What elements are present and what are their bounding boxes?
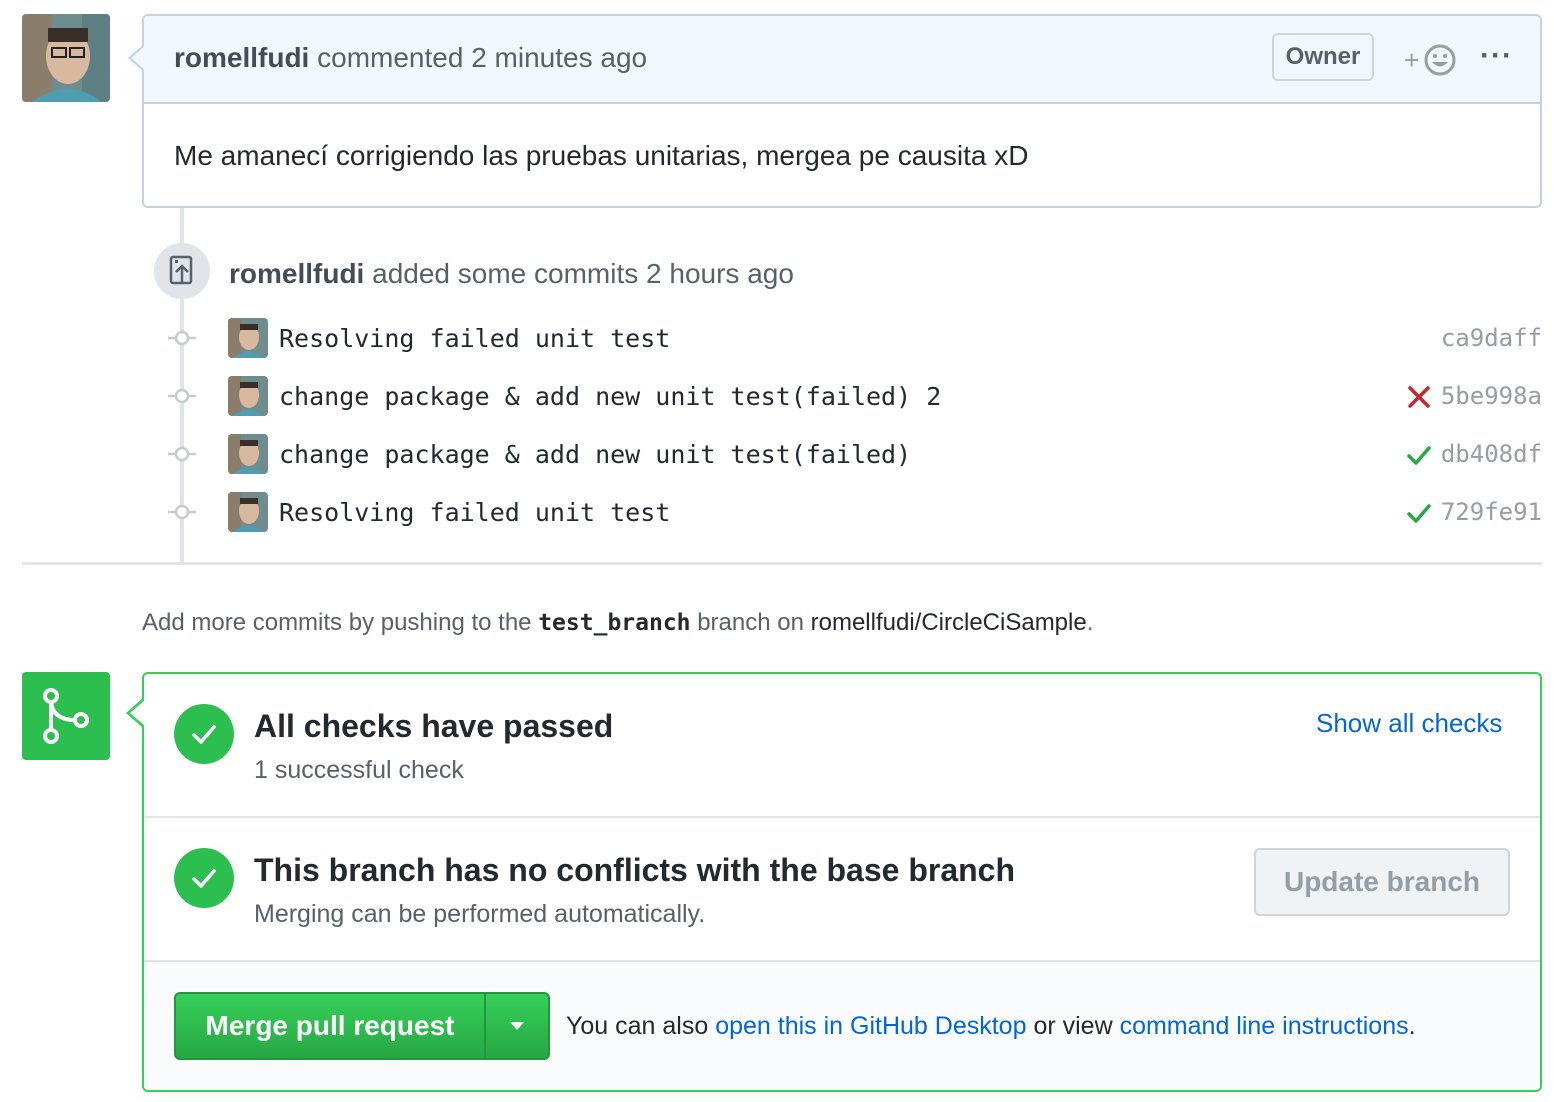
comment-meta: romellfudi commented 2 minutes ago xyxy=(174,42,647,74)
commits-action: added some commits xyxy=(372,258,639,289)
push-note-suffix: . xyxy=(1086,609,1094,636)
commits-event-header: romellfudi added some commits 2 hours ag… xyxy=(229,258,794,290)
commits-author-link[interactable]: romellfudi xyxy=(229,258,364,289)
show-all-checks-link[interactable]: Show all checks xyxy=(1316,708,1502,739)
github-desktop-link[interactable]: open this in GitHub Desktop xyxy=(715,1012,1026,1040)
timeline-divider xyxy=(22,562,1542,565)
commit-row: change package & add new unit test(faile… xyxy=(160,432,1542,478)
check-icon[interactable] xyxy=(1406,500,1432,526)
push-instructions: Add more commits by pushing to the test_… xyxy=(142,609,1093,637)
branch-name: test_branch xyxy=(538,610,691,636)
conflicts-status-icon xyxy=(174,848,234,908)
conflicts-title: This branch has no conflicts with the ba… xyxy=(254,852,1016,888)
checks-subtitle: 1 successful check xyxy=(254,756,464,784)
checks-status-icon xyxy=(174,704,234,764)
triangle-down-icon xyxy=(510,1022,524,1030)
command-line-instructions-link[interactable]: command line instructions xyxy=(1120,1012,1409,1040)
push-note-prefix: Add more commits by pushing to the xyxy=(142,609,532,636)
commit-avatar[interactable] xyxy=(228,318,268,358)
checks-title: All checks have passed xyxy=(254,708,614,744)
commit-row: Resolving failed unit test 729fe91 xyxy=(160,490,1542,536)
check-icon xyxy=(192,869,216,888)
conflicts-subtitle: Merging can be performed automatically. xyxy=(254,900,706,928)
commit-message-link[interactable]: Resolving failed unit test xyxy=(279,498,670,527)
commit-row: change package & add new unit test(faile… xyxy=(160,374,1542,420)
commit-avatar[interactable] xyxy=(228,376,268,416)
commit-avatar[interactable] xyxy=(228,492,268,532)
commit-message-link[interactable]: change package & add new unit test(faile… xyxy=(279,440,911,469)
merge-note-prefix: You can also xyxy=(566,1012,709,1040)
owner-badge: Owner xyxy=(1272,33,1374,81)
commit-sha-link[interactable]: 729fe91 xyxy=(1441,498,1542,526)
comment-action: commented xyxy=(317,42,464,73)
reaction-plus: + xyxy=(1404,45,1419,75)
merge-button-group: Merge pull request xyxy=(174,992,550,1060)
comment-pointer-inner xyxy=(131,46,145,70)
git-commit-icon xyxy=(168,446,196,462)
merge-pull-request-button[interactable]: Merge pull request xyxy=(176,994,484,1058)
update-branch-button[interactable]: Update branch xyxy=(1254,848,1510,916)
commit-avatar[interactable] xyxy=(228,434,268,474)
comment-author-link[interactable]: romellfudi xyxy=(174,42,309,73)
merge-pointer-inner xyxy=(130,700,145,726)
git-commit-icon xyxy=(168,388,196,404)
repo-push-icon xyxy=(154,243,210,299)
commit-row: Resolving failed unit test ca9daff xyxy=(160,316,1542,362)
repo-name: romellfudi/CircleCiSample xyxy=(810,609,1087,636)
comment-timestamp[interactable]: 2 minutes ago xyxy=(471,42,647,73)
commit-message-link[interactable]: change package & add new unit test(faile… xyxy=(279,382,941,411)
merge-method-dropdown[interactable] xyxy=(484,994,548,1058)
check-icon xyxy=(192,725,216,744)
comment-body: Me amanecí corrigiendo las pruebas unita… xyxy=(174,140,1029,171)
merge-box: All checks have passed 1 successful chec… xyxy=(142,672,1542,1092)
commit-sha-link[interactable]: db408df xyxy=(1441,440,1542,468)
x-icon[interactable] xyxy=(1406,384,1432,410)
commits-timestamp[interactable]: 2 hours ago xyxy=(646,258,794,289)
merge-note-suffix: . xyxy=(1408,1012,1416,1040)
commit-sha-link[interactable]: ca9daff xyxy=(1441,324,1542,352)
merge-note-middle: or view xyxy=(1033,1012,1113,1040)
comment-box: romellfudi commented 2 minutes ago Owner… xyxy=(142,14,1542,208)
section-divider xyxy=(144,816,1540,818)
add-reaction-button[interactable]: + xyxy=(1404,40,1460,80)
git-commit-icon xyxy=(168,504,196,520)
comment-options-button[interactable]: ··· xyxy=(1480,38,1520,78)
push-note-middle: branch on xyxy=(697,609,804,636)
git-merge-icon xyxy=(22,672,110,760)
merge-footer: Merge pull request You can also open thi… xyxy=(144,962,1540,1090)
commit-sha-link[interactable]: 5be998a xyxy=(1441,382,1542,410)
comment-header: romellfudi commented 2 minutes ago Owner… xyxy=(144,16,1540,104)
commit-message-link[interactable]: Resolving failed unit test xyxy=(279,324,670,353)
merge-alternatives-note: You can also open this in GitHub Desktop… xyxy=(566,1012,1416,1041)
smiley-icon: + xyxy=(1404,44,1456,76)
git-commit-icon xyxy=(168,330,196,346)
check-icon[interactable] xyxy=(1406,442,1432,468)
author-avatar[interactable] xyxy=(22,14,110,102)
